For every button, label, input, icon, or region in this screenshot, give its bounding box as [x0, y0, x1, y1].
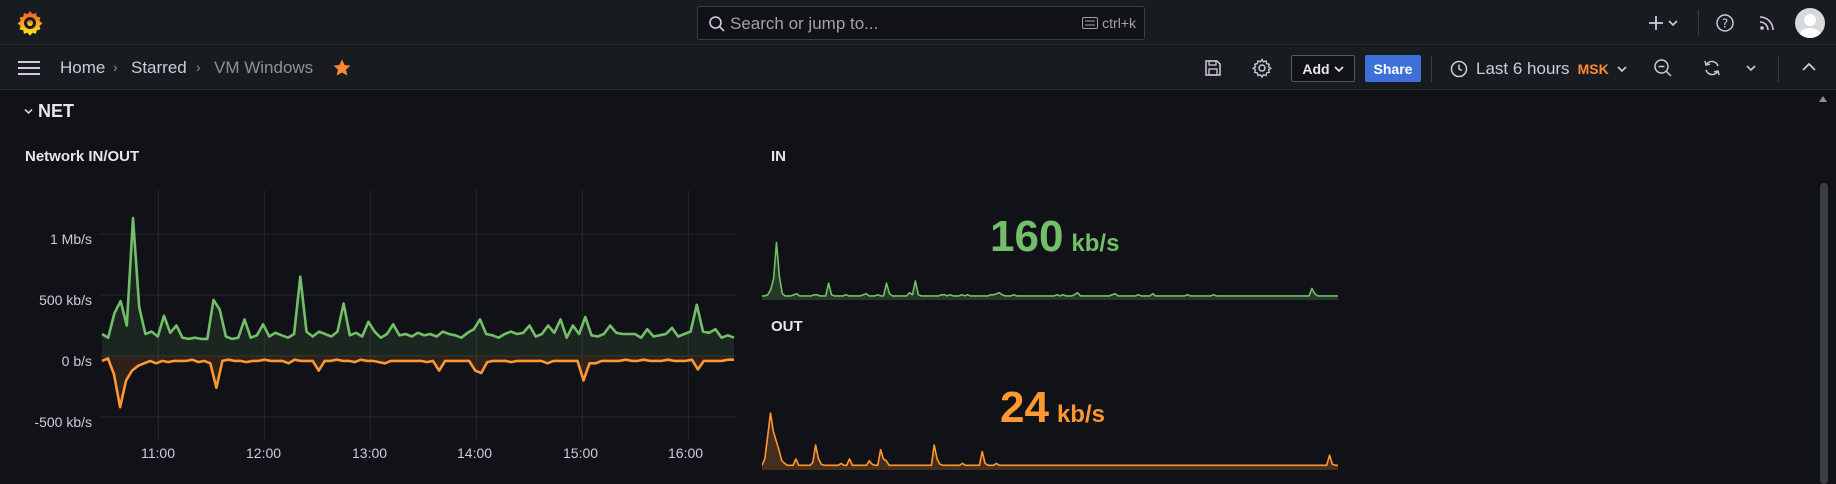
x-tick-label: 14:00	[457, 445, 493, 461]
breadcrumb-separator-icon: ›	[196, 59, 201, 75]
chevron-down-icon	[1617, 66, 1627, 73]
x-tick-label: 11:00	[141, 445, 175, 461]
x-tick-label: 15:00	[563, 445, 599, 461]
chevron-down-icon	[1334, 65, 1344, 72]
y-tick-label: 500 kb/s	[39, 292, 92, 308]
search-shortcut: ctrl+k	[1082, 15, 1136, 31]
in-unit: kb/s	[1071, 230, 1120, 257]
chevron-up-icon[interactable]	[1819, 96, 1827, 102]
zoom-out-icon[interactable]	[1653, 58, 1673, 78]
series-line	[101, 357, 734, 409]
row-header-net[interactable]: NET	[24, 101, 74, 122]
add-button-label: Add	[1302, 60, 1330, 77]
avatar[interactable]	[1795, 8, 1825, 38]
x-tick-label: 13:00	[352, 445, 388, 461]
y-tick-label: 0 b/s	[61, 353, 92, 369]
x-tick-label: 12:00	[246, 445, 282, 461]
breadcrumb-current: VM Windows	[214, 58, 314, 77]
chevron-up-icon[interactable]	[1802, 62, 1816, 72]
series-area-fill	[102, 356, 734, 408]
share-button-label: Share	[1373, 60, 1413, 77]
search-icon	[709, 16, 725, 32]
breadcrumb-separator-icon: ›	[113, 59, 118, 75]
chevron-down-icon[interactable]	[1668, 19, 1678, 27]
top-bar: Search or jump to... ctrl+k ?	[0, 0, 1836, 45]
time-range-label: Last 6 hours	[1476, 59, 1570, 78]
out-stat-value: 24 kb/s	[1000, 383, 1105, 433]
x-tick-label: 16:00	[668, 445, 704, 461]
panel-title-network[interactable]: Network IN/OUT	[25, 148, 139, 165]
star-icon[interactable]	[332, 58, 352, 78]
search-input[interactable]: Search or jump to... ctrl+k	[697, 6, 1145, 40]
in-stat-value: 160 kb/s	[990, 212, 1119, 262]
time-range-picker[interactable]: Last 6 hours MSK	[1450, 57, 1627, 81]
network-timeseries-chart[interactable]	[100, 190, 736, 440]
scrollbar-thumb[interactable]	[1820, 183, 1828, 484]
out-unit: kb/s	[1056, 401, 1105, 428]
share-button[interactable]: Share	[1365, 55, 1421, 82]
breadcrumb-home[interactable]: Home	[60, 58, 105, 78]
add-button[interactable]: Add	[1291, 55, 1355, 82]
panel-title-out[interactable]: OUT	[771, 318, 803, 335]
y-tick-label: 1 Mb/s	[49, 231, 92, 247]
divider	[1431, 56, 1432, 82]
divider	[1698, 10, 1699, 36]
svg-text:?: ?	[1722, 17, 1728, 31]
divider	[1778, 56, 1779, 82]
series-line	[101, 216, 735, 341]
keyboard-icon	[1082, 17, 1099, 29]
out-value: 24	[1000, 383, 1049, 432]
chevron-down-icon	[24, 108, 33, 115]
search-placeholder: Search or jump to...	[730, 14, 879, 33]
save-icon[interactable]	[1203, 58, 1223, 78]
y-tick-label: -500 kb/s	[34, 414, 92, 430]
dashboard-nav-bar: Home › Starred › VM Windows Add Share La…	[0, 46, 1836, 90]
panel-title-in[interactable]: IN	[771, 148, 786, 165]
settings-gear-icon[interactable]	[1252, 58, 1272, 78]
breadcrumb-starred[interactable]: Starred	[131, 58, 187, 78]
grafana-logo-icon[interactable]	[16, 9, 44, 37]
menu-icon[interactable]	[16, 58, 42, 78]
chevron-down-icon[interactable]	[1746, 64, 1756, 72]
help-icon[interactable]: ?	[1715, 13, 1735, 33]
clock-icon	[1450, 60, 1468, 78]
search-shortcut-label: ctrl+k	[1102, 15, 1136, 31]
plus-icon[interactable]	[1647, 14, 1665, 32]
rss-icon[interactable]	[1758, 14, 1776, 32]
refresh-icon[interactable]	[1702, 58, 1722, 78]
row-title: NET	[38, 101, 74, 121]
in-value: 160	[990, 212, 1064, 261]
timezone-label: MSK	[1577, 61, 1609, 77]
